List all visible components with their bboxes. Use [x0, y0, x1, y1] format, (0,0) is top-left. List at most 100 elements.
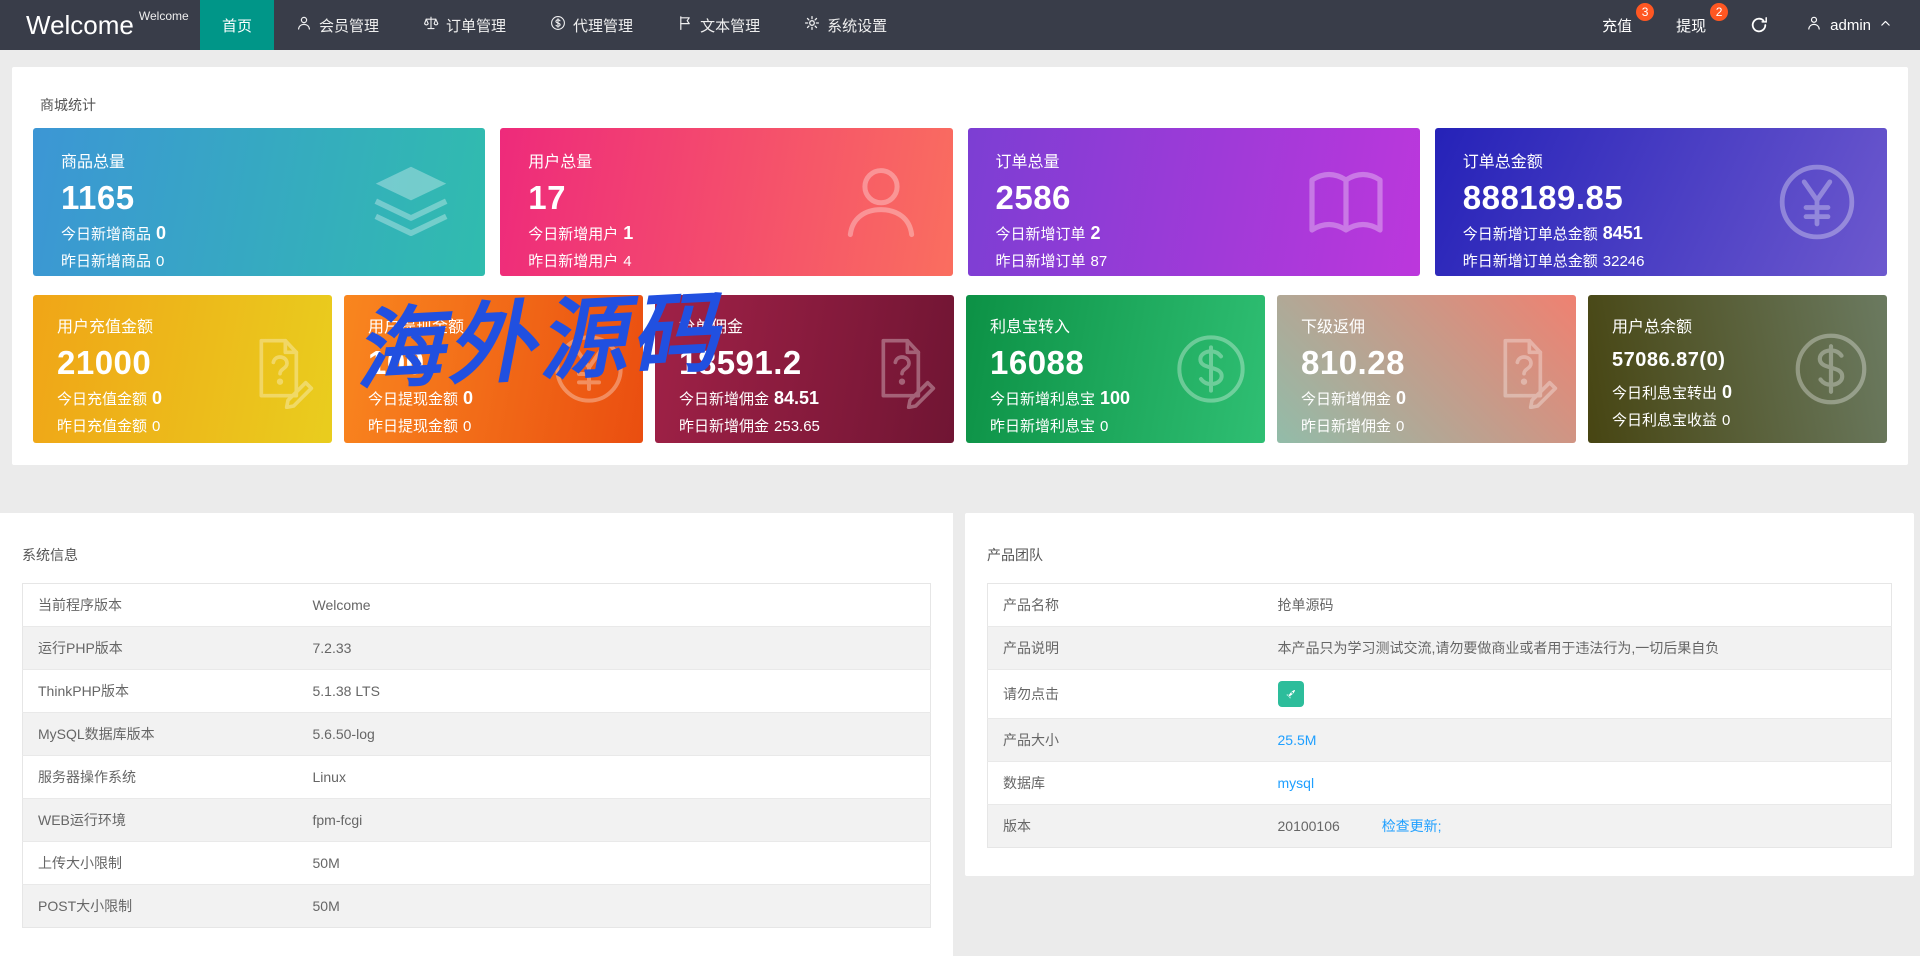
version-number: 20100106 [1277, 818, 1340, 834]
row-value: 抢单源码 [1262, 583, 1892, 627]
stat-card-recharge: 用户充值金额 21000 今日充值金额 0 昨日充值金额 0 [33, 295, 332, 443]
nav-item-members-label: 会员管理 [319, 17, 380, 35]
nav-item-orders[interactable]: 订单管理 [401, 0, 528, 50]
row-label: 产品说明 [987, 626, 1263, 670]
doc-edit-icon [860, 329, 940, 410]
flag-icon [677, 15, 693, 35]
app-logo-text: Welcome [26, 9, 134, 40]
withdraw-label: 提现 [1676, 17, 1707, 35]
row-value: 20100106 检查更新; [1263, 805, 1892, 848]
stat-line-value: 253.65 [774, 418, 820, 435]
stat-line-value: 1 [623, 223, 634, 243]
table-row: 服务器操作系统 Linux [22, 755, 931, 799]
user-menu[interactable]: admin [1786, 0, 1920, 50]
stat-line-value: 0 [1100, 418, 1109, 435]
recharge-badge: 3 [1636, 3, 1655, 21]
book-icon [1298, 154, 1394, 250]
table-row: MySQL数据库版本 5.6.50-log [22, 712, 931, 756]
product-panel: 产品团队 产品名称 抢单源码 产品说明 本产品只为学习测试交流,请勿要做商业或者… [965, 513, 1914, 876]
yen-circle-icon [1773, 158, 1861, 246]
stats-panel-title: 商城统计 [40, 97, 96, 113]
bottom-section: 系统信息 当前程序版本 Welcome 运行PHP版本 7.2.33 ThinkPH… [0, 513, 1920, 956]
refresh-icon[interactable] [1732, 0, 1786, 50]
stat-card-order-amount: 订单总金额 888189.85 今日新增订单总金额 8451 昨日新增订单总金额 3… [1434, 128, 1887, 276]
stat-line-label: 昨日新增订单总金额 [1462, 253, 1598, 270]
user-name: admin [1830, 16, 1871, 34]
stat-line-value: 0 [463, 388, 474, 408]
doc-edit-icon [238, 329, 318, 410]
main-menu: 首页 会员管理 订单管理 代理管理 文本管理 系统设置 [200, 0, 909, 50]
stat-card-withdraw: 用户提现金额 100 今日提现金额 0 昨日提现金额 0 [344, 295, 643, 443]
nav-item-agents-label: 代理管理 [573, 17, 634, 35]
product-title: 产品团队 [987, 547, 1043, 563]
database-link[interactable]: mysql [1278, 775, 1315, 791]
table-row: 产品名称 抢单源码 [987, 583, 1892, 627]
user-icon [1806, 15, 1822, 35]
row-label: MySQL数据库版本 [22, 712, 298, 756]
rocket-icon[interactable] [1277, 681, 1304, 707]
row-label: 产品大小 [987, 718, 1263, 762]
nav-item-members[interactable]: 会员管理 [274, 0, 401, 50]
stat-line-value: 100 [1100, 388, 1131, 408]
stat-card-rebate: 下级返佣 810.28 今日新增佣金 0 昨日新增佣金 0 [1277, 295, 1576, 443]
stat-line-value: 0 [156, 253, 165, 270]
stat-line-value: 0 [156, 223, 167, 243]
table-row: 请勿点击 [987, 669, 1892, 719]
stat-line-label: 今日新增佣金 [1301, 391, 1392, 408]
row-label: POST大小限制 [38, 898, 133, 914]
table-row: 版本 20100106 检查更新; [987, 804, 1892, 848]
stats-panel: 商城统计 商品总量 1165 今日新增商品 0 昨日新增商品 0 用户总量 17 今… [12, 67, 1908, 465]
scales-icon [423, 15, 439, 35]
product-size-link[interactable]: 25.5M [1278, 732, 1317, 748]
recharge-button[interactable]: 充值 3 [1584, 0, 1658, 50]
nav-item-texts-label: 文本管理 [700, 17, 761, 35]
table-row: 上传大小限制 50M [22, 841, 931, 885]
stat-line-label: 今日利息宝收益 [1612, 412, 1718, 429]
stat-line-value: 0 [152, 388, 163, 408]
layers-icon [363, 154, 459, 250]
table-row: 产品说明 本产品只为学习测试交流,请勿要做商业或者用于违法行为,一切后果自负 [987, 626, 1892, 670]
dollar-circle-icon [550, 15, 566, 35]
row-value: 50M [312, 898, 340, 914]
table-row: WEB运行环境 fpm-fcgi [22, 798, 931, 842]
stat-line-label: 今日提现金额 [368, 391, 459, 408]
nav-item-home[interactable]: 首页 [200, 0, 275, 50]
nav-item-settings-label: 系统设置 [827, 17, 888, 35]
stat-line-value: 2 [1090, 223, 1101, 243]
stat-line-value: 0 [1722, 412, 1731, 429]
row-value: 50M [297, 841, 931, 885]
row-value: fpm-fcgi [297, 798, 931, 842]
row-value: 5.6.50-log [297, 712, 931, 756]
row-label: 产品名称 [987, 583, 1263, 627]
stat-line-label: 昨日新增商品 [61, 253, 152, 270]
stat-line-label: 昨日新增佣金 [1301, 418, 1392, 435]
stat-line-value: 32246 [1602, 253, 1645, 270]
row-value [1262, 669, 1892, 719]
row-label: ThinkPHP版本 [22, 669, 298, 713]
stat-card-orders: 订单总量 2586 今日新增订单 2 昨日新增订单 87 [967, 128, 1420, 276]
stat-line-value: 0 [1396, 418, 1405, 435]
app-logo-sup: Welcome [138, 9, 189, 23]
row-label: 上传大小限制 [22, 841, 298, 885]
stat-line-label: 昨日新增佣金 [679, 418, 770, 435]
stat-line-value: 0 [152, 418, 161, 435]
nav-item-orders-label: 订单管理 [446, 17, 507, 35]
user-icon [835, 156, 927, 248]
stat-line-label: 昨日新增利息宝 [990, 418, 1096, 435]
stat-line-value: 0 [1396, 388, 1407, 408]
row-label: 当前程序版本 [22, 583, 298, 627]
stat-line-label: 今日新增商品 [61, 226, 152, 243]
row-label: 版本 [1003, 818, 1031, 834]
row-label: 服务器操作系统 [22, 755, 298, 799]
nav-item-texts[interactable]: 文本管理 [655, 0, 782, 50]
app-logo[interactable]: Welcome Welcome [0, 0, 200, 50]
stat-card-commission: 抢单佣金 18591.2 今日新增佣金 84.51 昨日新增佣金 253.65 [655, 295, 954, 443]
nav-item-agents[interactable]: 代理管理 [528, 0, 655, 50]
row-value: 7.2.33 [297, 626, 931, 670]
withdraw-button[interactable]: 提现 2 [1658, 0, 1732, 50]
nav-item-settings[interactable]: 系统设置 [782, 0, 909, 50]
check-update-link[interactable]: 检查更新; [1382, 818, 1442, 834]
row-value: 5.1.38 LTS [297, 669, 931, 713]
user-icon [296, 15, 312, 35]
stat-card-users: 用户总量 17 今日新增用户 1 昨日新增用户 4 [500, 128, 953, 276]
